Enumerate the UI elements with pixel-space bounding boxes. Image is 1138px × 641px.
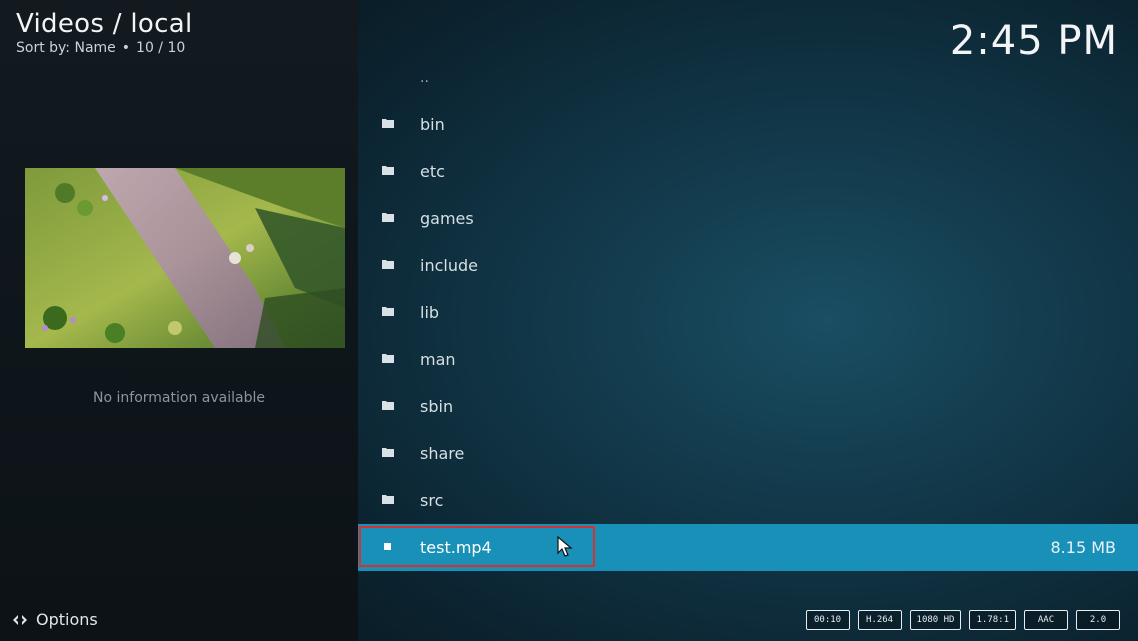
list-item-label: src bbox=[420, 491, 444, 510]
folder-icon bbox=[382, 213, 394, 222]
aspect-ratio-badge: 1.78:1 bbox=[969, 610, 1016, 630]
list-item-label: man bbox=[420, 350, 456, 369]
list-item-folder[interactable]: etc bbox=[358, 148, 1138, 195]
folder-icon bbox=[382, 119, 394, 128]
thumbnail-image bbox=[25, 168, 345, 348]
list-item-folder[interactable]: sbin bbox=[358, 383, 1138, 430]
list-item-folder[interactable]: include bbox=[358, 242, 1138, 289]
file-size: 8.15 MB bbox=[1050, 538, 1117, 557]
sort-label: Sort by: Name bbox=[16, 40, 116, 56]
folder-icon bbox=[382, 260, 394, 269]
options-icon bbox=[12, 612, 28, 628]
options-button[interactable]: Options bbox=[12, 610, 98, 629]
duration-badge: 00:10 bbox=[805, 610, 850, 630]
list-item-folder[interactable]: lib bbox=[358, 289, 1138, 336]
mouse-pointer-icon bbox=[557, 536, 573, 557]
list-item-label: test.mp4 bbox=[420, 538, 492, 557]
media-info-badges: 00:10 H.264 1080 HD 1.78:1 AAC 2.0 bbox=[805, 610, 1120, 630]
page-title: Videos / local bbox=[16, 9, 193, 39]
video-file-icon bbox=[384, 543, 391, 550]
folder-icon bbox=[382, 495, 394, 504]
folder-icon bbox=[382, 166, 394, 175]
folder-icon bbox=[382, 307, 394, 316]
sort-info[interactable]: Sort by: Name • 10 / 10 bbox=[16, 40, 185, 56]
list-item-file-selected[interactable]: test.mp4 8.15 MB bbox=[358, 524, 1138, 571]
folder-icon bbox=[382, 354, 394, 363]
list-item-folder[interactable]: src bbox=[358, 477, 1138, 524]
list-item-label: games bbox=[420, 209, 474, 228]
video-codec-badge: H.264 bbox=[857, 610, 902, 630]
no-info-text: No information available bbox=[93, 390, 265, 406]
thumbnail-artwork bbox=[25, 168, 345, 348]
list-item-folder[interactable]: man bbox=[358, 336, 1138, 383]
resolution-badge: 1080 HD bbox=[909, 610, 962, 630]
list-item-label: etc bbox=[420, 162, 445, 181]
item-count: 10 / 10 bbox=[136, 40, 186, 56]
list-item-folder[interactable]: share bbox=[358, 430, 1138, 477]
folder-icon bbox=[382, 401, 394, 410]
info-panel: Videos / local Sort by: Name • 10 / 10 N… bbox=[0, 0, 358, 641]
list-item-label: sbin bbox=[420, 397, 454, 416]
list-item-label: lib bbox=[420, 303, 440, 322]
list-item-label: share bbox=[420, 444, 465, 463]
file-browser: 2:45 PM .. bin etc games include lib man bbox=[358, 0, 1138, 641]
list-item-parent[interactable]: .. bbox=[358, 54, 1138, 101]
options-label: Options bbox=[36, 610, 98, 629]
list-item-folder[interactable]: bin bbox=[358, 101, 1138, 148]
separator-bullet: • bbox=[121, 40, 131, 56]
list-item-label: .. bbox=[420, 69, 429, 86]
list-item-label: include bbox=[420, 256, 478, 275]
folder-icon bbox=[382, 448, 394, 457]
audio-codec-badge: AAC bbox=[1024, 610, 1068, 630]
list-item-folder[interactable]: games bbox=[358, 195, 1138, 242]
audio-channels-badge: 2.0 bbox=[1076, 610, 1120, 630]
list-item-label: bin bbox=[420, 115, 445, 134]
